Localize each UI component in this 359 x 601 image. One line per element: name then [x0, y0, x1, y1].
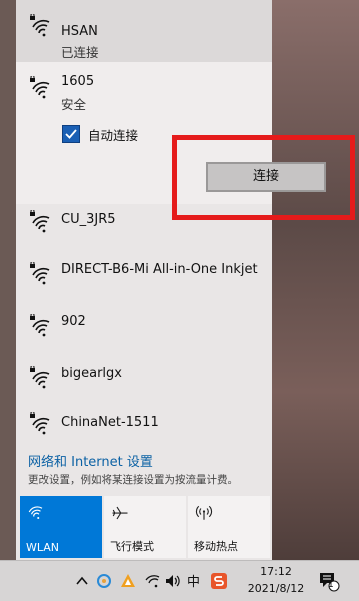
secured-wifi-icon: [30, 366, 50, 389]
secured-wifi-icon: [30, 412, 50, 435]
desktop-background: [272, 0, 359, 560]
mobile-hotspot-label: 移动热点: [194, 540, 238, 553]
network-item-cu-3jr5[interactable]: CU_3JR5: [16, 204, 272, 254]
hotspot-icon: [195, 505, 213, 520]
clock-time: 17:12: [260, 565, 292, 578]
airplane-mode-label: 飞行模式: [110, 540, 154, 553]
sync-app-icon[interactable]: [96, 573, 112, 589]
checkbox-checked-icon: [62, 125, 80, 143]
secured-wifi-icon: [30, 76, 50, 99]
network-item-chinanet-1511[interactable]: ChinaNet-1511: [16, 412, 272, 452]
chevron-up-icon[interactable]: [74, 573, 90, 589]
mobile-hotspot-tile[interactable]: 移动热点: [188, 496, 270, 558]
wifi-icon[interactable]: [144, 573, 160, 589]
network-name: bigearlgx: [61, 366, 122, 381]
taskbar: 中 17:12 2021/8/12 1: [0, 560, 359, 601]
system-clock[interactable]: 17:12 2021/8/12: [244, 563, 308, 597]
network-status: 已连接: [61, 45, 99, 60]
network-name: 1605: [61, 74, 95, 89]
sogou-ime-icon[interactable]: [211, 573, 227, 589]
network-item-direct-b6[interactable]: DIRECT-B6-Mi All-in-One Inkjet: [16, 256, 272, 306]
network-internet-settings-link[interactable]: 网络和 Internet 设置: [28, 451, 153, 470]
secured-wifi-icon: [30, 210, 50, 233]
secured-wifi-icon: [30, 14, 50, 37]
app-tray-icon[interactable]: [120, 573, 136, 589]
network-item-bigearlgx[interactable]: bigearlgx: [16, 360, 272, 410]
input-method-indicator[interactable]: 中: [187, 571, 200, 590]
network-name: HSAN: [61, 24, 98, 39]
airplane-icon: [112, 506, 128, 520]
network-item-902[interactable]: 902: [16, 308, 272, 358]
auto-connect-label: 自动连接: [88, 128, 139, 143]
wlan-label: WLAN: [26, 541, 60, 554]
secured-wifi-icon: [30, 314, 50, 337]
wifi-icon: [28, 506, 43, 520]
clock-date: 2021/8/12: [247, 582, 305, 595]
wlan-toggle-tile[interactable]: WLAN: [20, 496, 102, 558]
secured-wifi-icon: [30, 262, 50, 285]
notification-count-badge: 1: [328, 580, 334, 590]
network-item-hsan[interactable]: HSAN 已连接: [16, 0, 272, 62]
network-name: CU_3JR5: [61, 212, 116, 227]
airplane-mode-tile[interactable]: 飞行模式: [104, 496, 186, 558]
network-name: ChinaNet-1511: [61, 415, 159, 430]
volume-icon[interactable]: [164, 573, 180, 589]
settings-description: 更改设置，例如将某连接设置为按流量计费。: [28, 474, 238, 486]
network-security: 安全: [61, 97, 87, 112]
network-name: DIRECT-B6-Mi All-in-One Inkjet: [61, 262, 258, 277]
network-name: 902: [61, 314, 86, 329]
